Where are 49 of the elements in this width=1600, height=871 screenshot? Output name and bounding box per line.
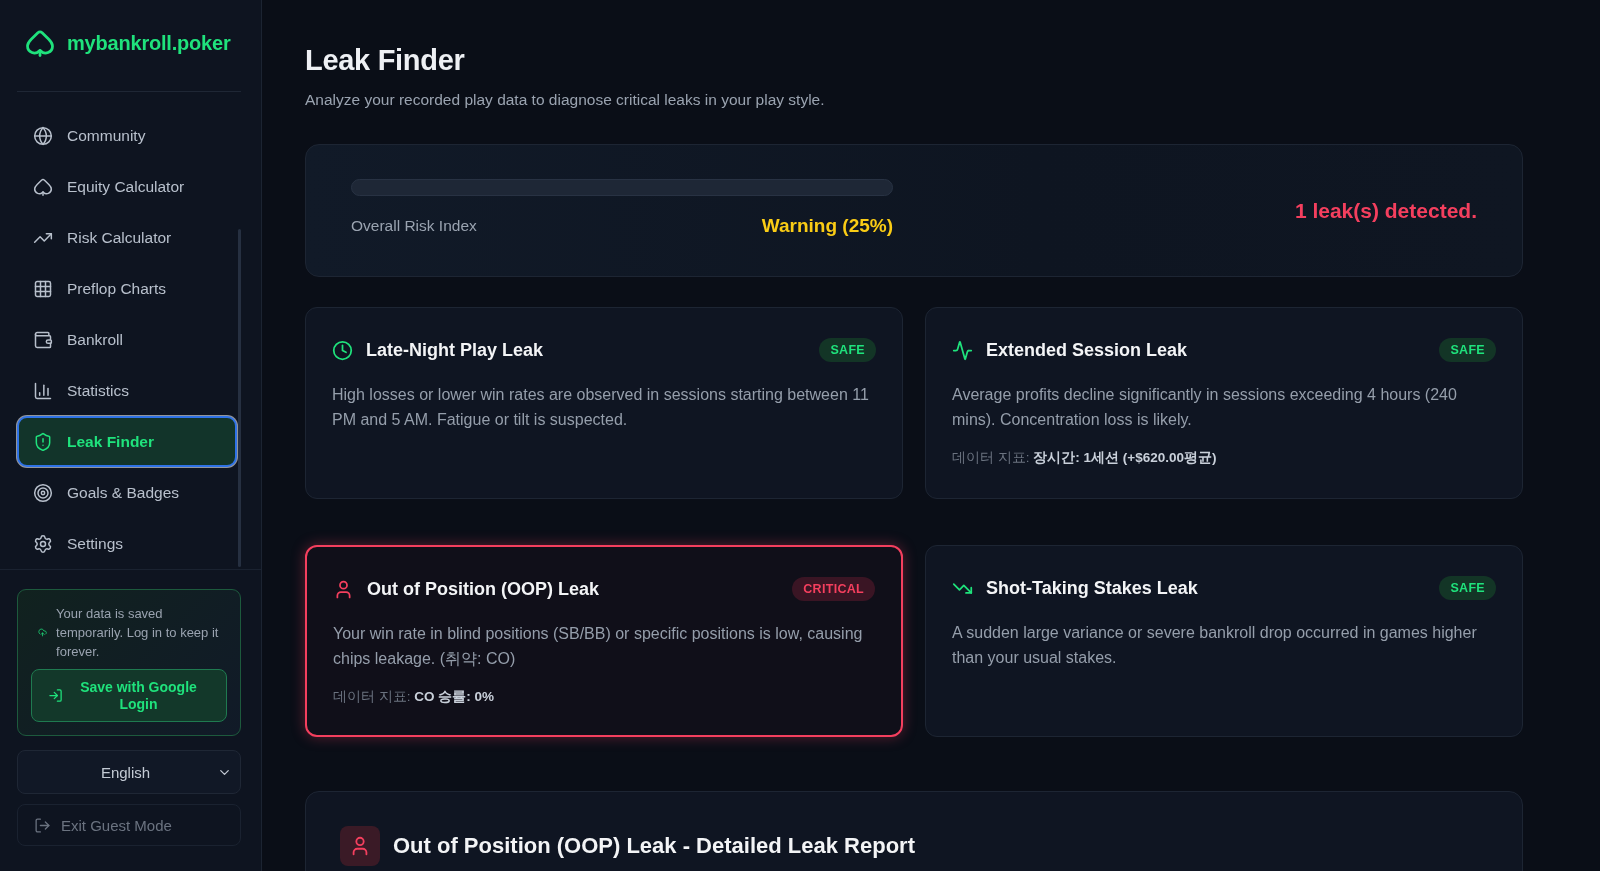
spade-icon xyxy=(33,176,53,197)
logout-icon xyxy=(34,816,51,834)
leak-metric: 데이터 지표: CO 승률: 0% xyxy=(333,688,496,706)
risk-label: Overall Risk Index xyxy=(351,217,477,235)
bar-chart-icon xyxy=(33,380,53,401)
nav-item[interactable]: Leak Finder xyxy=(17,416,237,467)
leak-description: A sudden large variance or severe bankroll drop occurred in games higher than your usual stakes. xyxy=(952,623,1478,668)
leak-metric: 데이터 지표: 장시간: 1세션 (+$620.00평균) xyxy=(952,449,1218,467)
shield-alert-icon xyxy=(33,431,53,452)
settings-icon xyxy=(33,533,53,554)
risk-status: Warning (25%) xyxy=(761,215,893,237)
pulse-icon xyxy=(952,339,973,361)
login-icon xyxy=(48,688,63,703)
status-badge: CRITICAL xyxy=(792,577,875,601)
nav-item[interactable]: Equity Calculator xyxy=(17,161,237,212)
nav-item[interactable]: Community xyxy=(17,110,237,161)
globe-icon xyxy=(33,125,53,146)
nav-item[interactable]: Bankroll xyxy=(17,314,237,365)
nav-item[interactable]: Preflop Charts xyxy=(17,263,237,314)
nav-item[interactable]: Statistics xyxy=(17,365,237,416)
guest-notice-text: Your data is saved temporarily. Log in to keep it forever. xyxy=(56,605,220,661)
leak-title: Extended Session Leak xyxy=(986,339,1189,361)
leak-title: Shot-Taking Stakes Leak xyxy=(986,577,1199,599)
leak-title: Late-Night Play Leak xyxy=(366,339,545,361)
nav-item[interactable]: Goals & Badges xyxy=(17,467,237,518)
status-badge: SAFE xyxy=(1439,576,1496,600)
grid-icon xyxy=(33,278,53,299)
spade-logo-icon xyxy=(25,28,55,58)
leak-description: High losses or lower win rates are observed in sessions starting between 11 PM and 5 AM. Fatigue or tilt is suspected. xyxy=(332,385,870,430)
logo-text: mybankroll.poker xyxy=(67,31,231,55)
nav-item[interactable]: Risk Calculator xyxy=(17,212,237,263)
leak-description: Your win rate in blind positions (SB/BB) or specific positions is low, causing chips leakage. (취약: CO) xyxy=(333,624,864,669)
wallet-icon xyxy=(33,329,53,350)
exit-guest-button[interactable]: Exit Guest Mode xyxy=(17,804,241,846)
nav-item[interactable]: Settings xyxy=(17,518,237,569)
user-tile-icon xyxy=(340,826,380,866)
page-subtitle: Analyze your recorded play data to diagnose critical leaks in your play style. xyxy=(305,90,826,110)
status-badge: SAFE xyxy=(819,338,876,362)
leak-count-text: 1 leak(s) detected. xyxy=(1294,199,1477,223)
target-icon xyxy=(33,482,53,503)
scrollbar-thumb[interactable] xyxy=(238,229,241,567)
status-badge: SAFE xyxy=(1439,338,1496,362)
report-title: Out of Position (OOP) Leak - Detailed Leak Report xyxy=(393,833,915,859)
clock-icon xyxy=(332,339,353,361)
google-login-button[interactable]: Save with Google Login xyxy=(31,669,227,722)
leak-title: Out of Position (OOP) Leak xyxy=(367,578,600,600)
page-title: Leak Finder xyxy=(305,43,466,78)
language-select[interactable]: English xyxy=(17,750,241,794)
leak-description: Average profits decline significantly in sessions exceeding 4 hours (240 mins). Concentration loss is likely. xyxy=(952,385,1458,430)
